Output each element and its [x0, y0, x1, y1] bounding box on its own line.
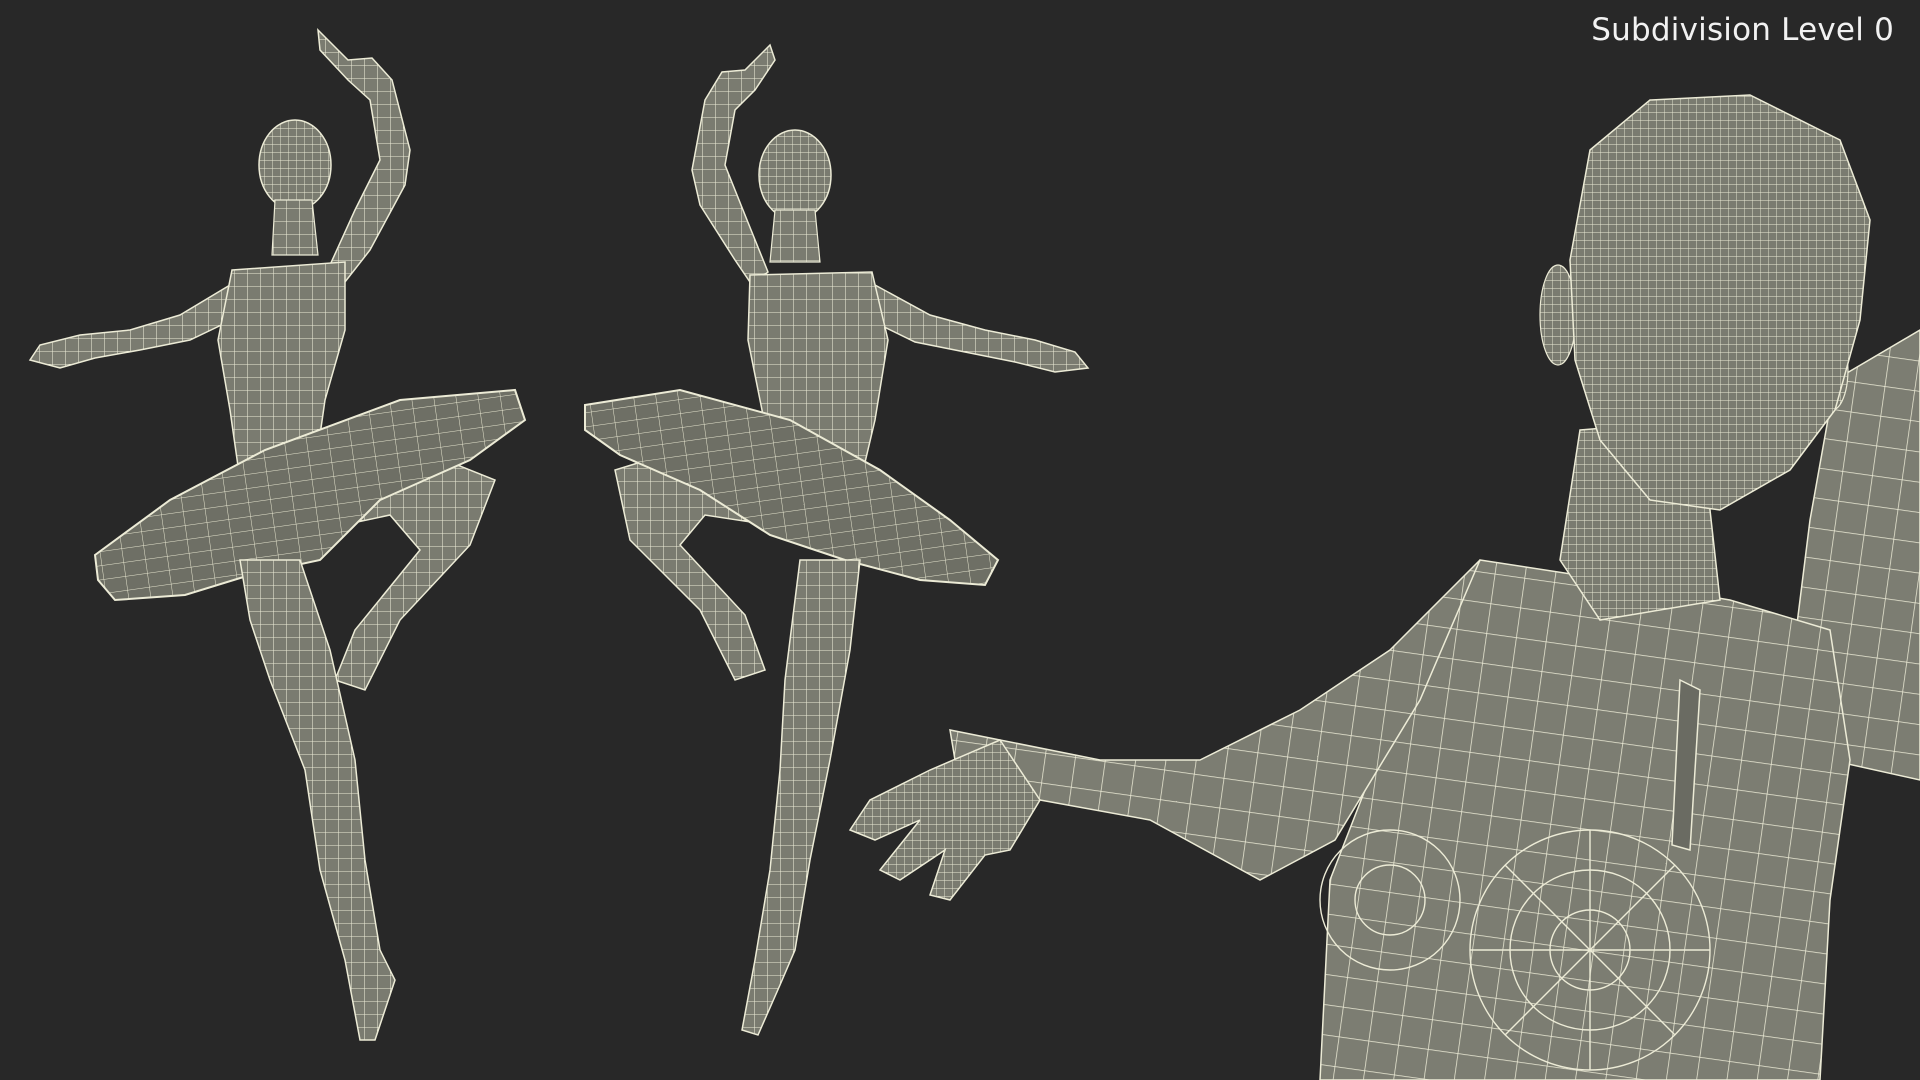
dancer-back-view [584, 43, 1090, 1036]
wireframe-renders [28, 27, 1920, 1080]
render-viewport: Subdivision Level 0 [0, 0, 1920, 1080]
dancer-closeup-view [848, 94, 1920, 1080]
subdivision-level-label: Subdivision Level 0 [1591, 12, 1894, 48]
dancer-front-view [28, 27, 527, 1041]
